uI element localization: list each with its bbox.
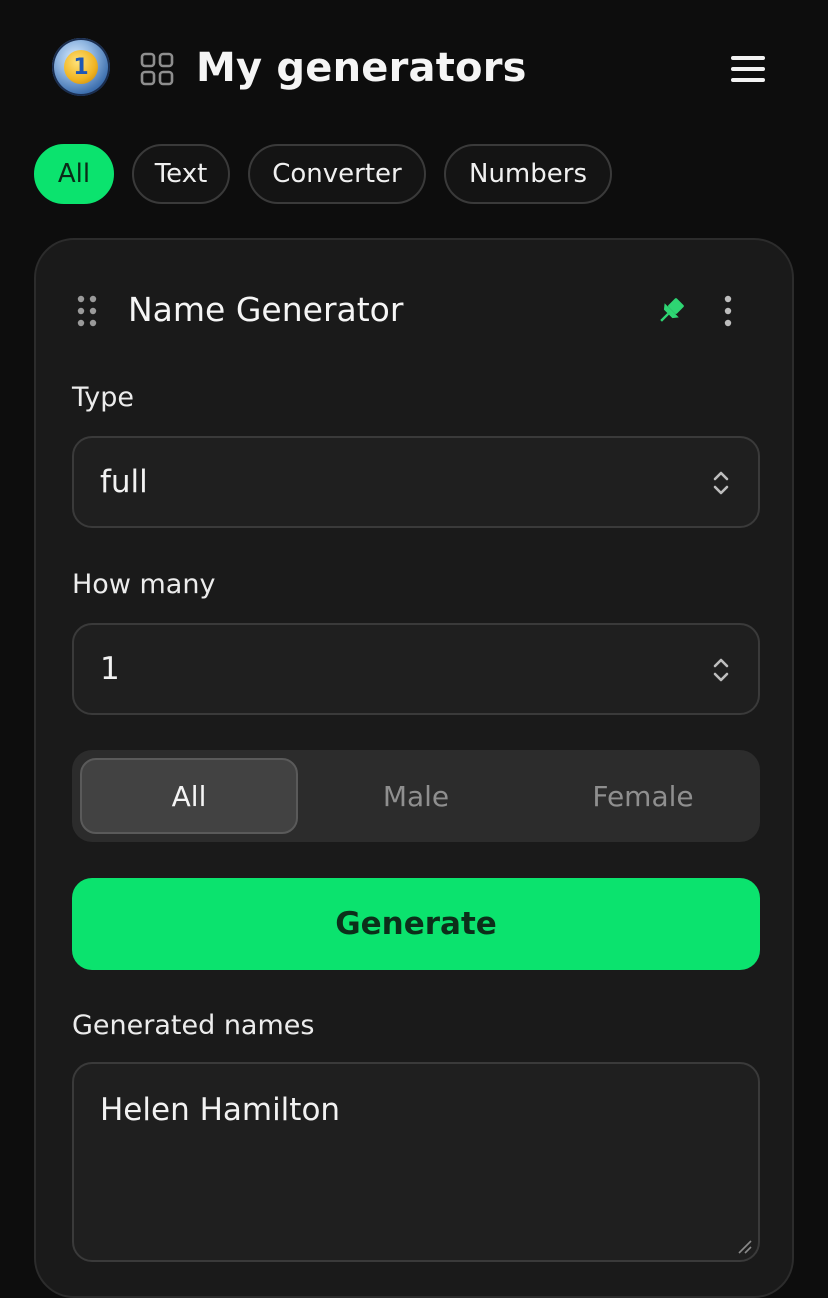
name-generator-card: Name Generator Type full How many 1 All … [34, 238, 794, 1298]
resize-handle-icon[interactable] [736, 1238, 752, 1254]
gender-option-all[interactable]: All [80, 758, 298, 834]
filter-chip-all[interactable]: All [34, 144, 114, 204]
more-options-icon[interactable] [716, 294, 740, 328]
hamburger-menu-icon[interactable] [728, 52, 768, 86]
count-select-value: 1 [100, 651, 120, 687]
coin-one-logo-icon: 1 [64, 50, 98, 84]
generated-names-textarea[interactable]: Helen Hamilton [72, 1062, 760, 1262]
drag-handle-icon[interactable] [76, 294, 98, 328]
count-label: How many [72, 569, 216, 600]
grid-icon[interactable] [140, 52, 174, 86]
pin-icon[interactable] [654, 294, 688, 328]
type-select-value: full [100, 464, 148, 500]
filter-chip-text[interactable]: Text [132, 144, 230, 204]
gender-option-female[interactable]: Female [534, 758, 752, 834]
generated-names-value: Helen Hamilton [100, 1092, 341, 1128]
type-label: Type [72, 382, 135, 413]
gender-option-male[interactable]: Male [307, 758, 525, 834]
output-label: Generated names [72, 1010, 315, 1041]
select-chevrons-icon [713, 471, 729, 495]
app-header: 1 My generators [0, 0, 828, 140]
filter-chip-numbers[interactable]: Numbers [444, 144, 612, 204]
gender-segmented-control: All Male Female [72, 750, 760, 842]
generate-button[interactable]: Generate [72, 878, 760, 970]
page-title: My generators [196, 45, 527, 91]
app-logo[interactable]: 1 [52, 38, 110, 96]
select-chevrons-icon [713, 658, 729, 682]
type-select[interactable]: full [72, 436, 760, 528]
filter-chip-converter[interactable]: Converter [248, 144, 426, 204]
count-select[interactable]: 1 [72, 623, 760, 715]
card-title: Name Generator [128, 290, 404, 329]
